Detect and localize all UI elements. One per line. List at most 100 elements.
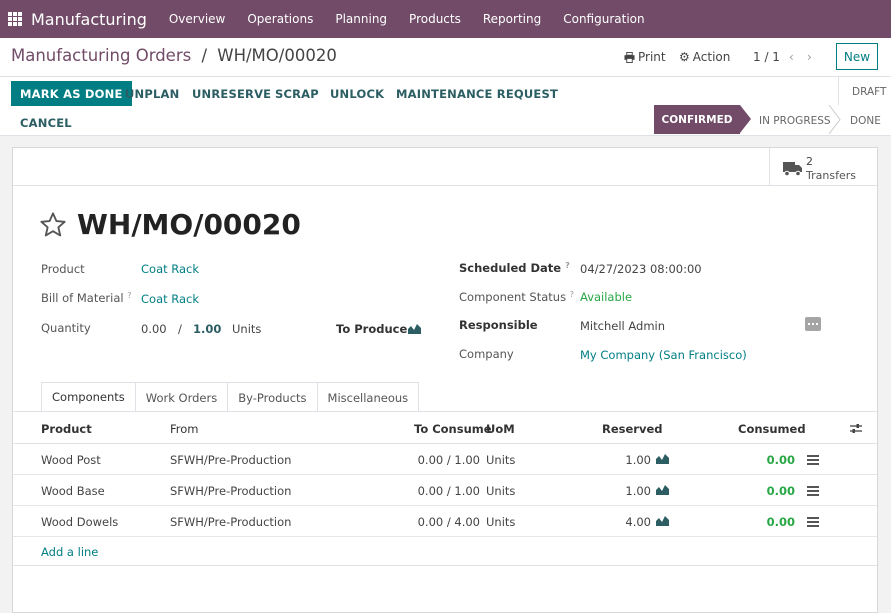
menu-operations[interactable]: Operations [236,12,324,26]
transfers-smart-button[interactable]: 2 Transfers [769,148,877,186]
stage-divider [838,77,839,105]
stage-in-progress[interactable]: IN PROGRESS [759,115,831,127]
record-name: WH/MO/00020 [77,208,301,241]
tab-miscellaneous[interactable]: Miscellaneous [316,382,420,412]
transfers-label: Transfers [806,169,856,182]
row-from: SFWH/Pre-Production [170,453,292,467]
maintenance-request-button[interactable]: MAINTENANCE REQUEST [396,87,558,101]
col-consumed[interactable]: Consumed [738,422,806,436]
stage-draft[interactable]: DRAFT [852,86,886,98]
forecast-chart-icon[interactable] [656,515,669,526]
detailed-operations-icon[interactable] [807,517,819,527]
quantity-label: Quantity [41,321,91,335]
transfers-count: 2 [806,155,813,168]
company-value[interactable]: My Company (San Francisco) [580,348,747,362]
detailed-operations-icon[interactable] [807,486,819,496]
col-to-consume[interactable]: To Consume [414,422,492,436]
chevron-left-icon[interactable]: ‹ [789,50,794,64]
table-row[interactable]: Wood Dowels SFWH/Pre-Production 0.00 / 4… [13,506,877,537]
app-name[interactable]: Manufacturing [31,10,147,29]
scheduled-date-label: Scheduled Date ? [459,261,570,275]
forecast-chart-icon[interactable] [656,484,669,495]
col-uom[interactable]: UoM [486,422,515,436]
menu-planning[interactable]: Planning [324,12,398,26]
breadcrumb: Manufacturing Orders / WH/MO/00020 [11,46,337,65]
product-value[interactable]: Coat Rack [141,262,199,276]
responsible-label: Responsible [459,318,538,332]
breadcrumb-current: WH/MO/00020 [217,46,337,65]
responsible-value[interactable]: Mitchell Admin [580,319,665,333]
table-row[interactable]: Wood Base SFWH/Pre-Production 0.00 / 1.0… [13,475,877,506]
component-status-label: Component Status ? [459,290,574,304]
scrap-button[interactable]: SCRAP [275,87,319,101]
scheduled-date-label-text: Scheduled Date [459,261,562,275]
notebook-tabs: Components Work Orders By-Products Misce… [41,382,420,412]
star-icon[interactable] [39,211,67,239]
unreserve-button[interactable]: UNRESERVE [192,87,271,101]
row-uom: Units [486,453,516,467]
stage-separator-icon [828,105,841,134]
quantity-done[interactable]: 0.00 [141,322,167,336]
scheduled-date-help-mark[interactable]: ? [565,261,570,270]
table-row[interactable]: Wood Post SFWH/Pre-Production 0.00 / 1.0… [13,444,877,475]
table-footer-line [13,565,877,566]
col-from[interactable]: From [170,422,199,436]
chevron-right-icon[interactable]: › [807,50,812,64]
record-title: WH/MO/00020 [39,208,301,241]
app-grid-icon[interactable] [8,12,22,26]
quantity-total[interactable]: 1.00 [193,322,221,336]
tab-work-orders[interactable]: Work Orders [134,382,229,412]
row-to-consume: 0.00 / 1.00 [417,453,480,467]
stage-confirmed[interactable]: CONFIRMED [654,105,740,134]
print-button[interactable]: Print [624,50,666,64]
gear-icon: ⚙ [679,50,690,64]
breadcrumb-parent[interactable]: Manufacturing Orders [11,46,191,65]
component-status-value: Available [580,290,633,304]
print-label: Print [638,50,666,64]
top-navbar: Manufacturing Overview Operations Planni… [0,0,891,38]
new-button[interactable]: New [836,43,878,70]
forecast-chart-icon[interactable] [408,323,421,334]
forecast-chart-icon[interactable] [656,453,669,464]
row-reserved: 1.00 [625,453,651,467]
tab-components[interactable]: Components [41,382,136,412]
row-uom: Units [486,484,516,498]
scheduled-date-value[interactable]: 04/27/2023 08:00:00 [580,262,702,276]
print-icon [624,51,635,63]
stage-done[interactable]: DONE [850,115,881,127]
row-reserved: 1.00 [625,484,651,498]
detailed-operations-icon[interactable] [807,455,819,465]
col-product[interactable]: Product [41,422,92,436]
tab-by-products[interactable]: By-Products [227,382,318,412]
col-reserved[interactable]: Reserved [602,422,663,436]
column-settings-icon[interactable] [850,423,862,434]
truck-icon [783,162,802,176]
chat-bubble-icon[interactable] [805,317,821,331]
control-panel: Manufacturing Orders / WH/MO/00020 Print… [0,38,891,77]
form-sheet: 2 Transfers WH/MO/00020 Product Coat Rac… [12,147,878,613]
row-from: SFWH/Pre-Production [170,484,292,498]
add-line-link[interactable]: Add a line [41,545,98,559]
menu-overview[interactable]: Overview [158,12,237,26]
bom-value[interactable]: Coat Rack [141,292,199,306]
unlock-button[interactable]: UNLOCK [330,87,384,101]
cancel-button[interactable]: CANCEL [20,116,72,130]
row-to-consume: 0.00 / 4.00 [417,515,480,529]
component-status-help-mark[interactable]: ? [570,290,574,299]
quantity-uom: Units [232,322,262,336]
menu-configuration[interactable]: Configuration [552,12,655,26]
mark-as-done-button[interactable]: MARK AS DONE [11,81,132,106]
row-consumed[interactable]: 0.00 [733,484,795,498]
pager-value[interactable]: 1 / 1 [753,50,780,64]
menu-reporting[interactable]: Reporting [472,12,552,26]
status-bar: MARK AS DONE UNPLAN UNRESERVE SCRAP UNLO… [0,77,891,136]
menu-products[interactable]: Products [398,12,472,26]
row-product: Wood Base [41,484,105,498]
components-table-header: Product From To Consume UoM Reserved Con… [13,412,877,444]
bom-help-mark[interactable]: ? [127,291,131,300]
to-produce-label: To Produce [336,322,408,336]
row-consumed[interactable]: 0.00 [733,453,795,467]
unplan-button[interactable]: UNPLAN [125,87,179,101]
action-button[interactable]: ⚙ Action [679,50,730,64]
row-consumed[interactable]: 0.00 [733,515,795,529]
